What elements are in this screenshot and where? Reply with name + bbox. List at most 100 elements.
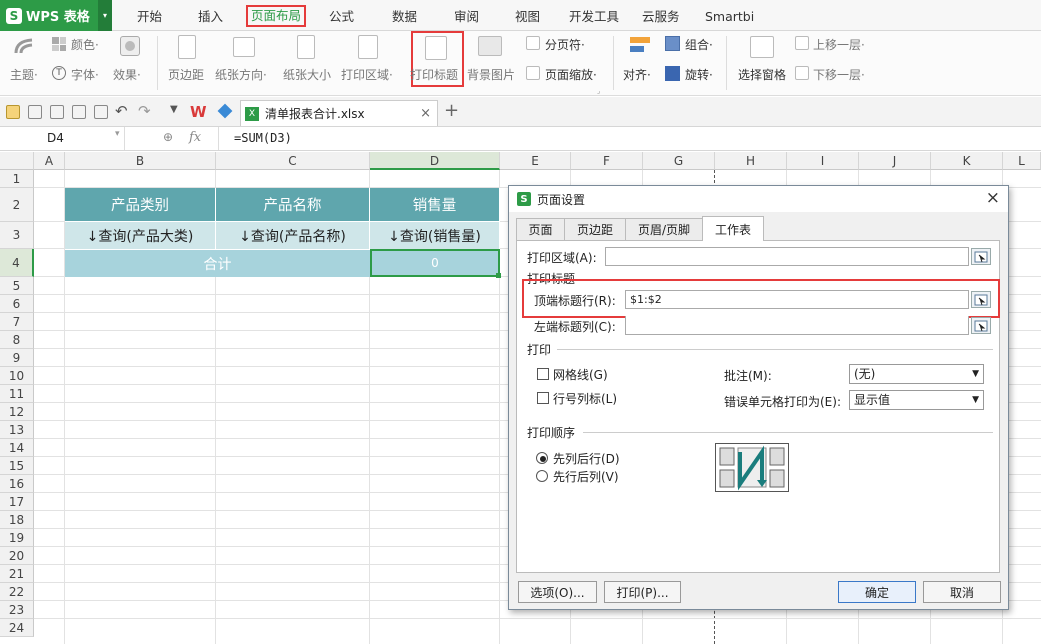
top-rows-field[interactable]: $1:$2 — [625, 290, 969, 309]
row-header[interactable]: 16 — [0, 475, 34, 493]
row-header[interactable]: 12 — [0, 403, 34, 421]
total-label-cell[interactable]: 合计 — [65, 249, 370, 277]
dialog-launcher-icon[interactable]: ⌟ — [597, 87, 600, 95]
theme-icon[interactable] — [14, 37, 38, 55]
menu-page-layout[interactable]: 页面布局 — [246, 5, 306, 27]
row-header[interactable]: 6 — [0, 295, 34, 313]
table-header-product[interactable]: 产品名称 — [216, 188, 370, 221]
over-then-down-radio[interactable] — [536, 470, 548, 482]
ok-button[interactable]: 确定 — [838, 581, 916, 603]
query-sales-cell[interactable]: ↓查询(销售量) — [370, 221, 500, 249]
align-button[interactable]: 对齐· — [623, 66, 651, 83]
range-select-icon[interactable] — [971, 248, 991, 265]
total-value-cell-selected[interactable]: 0 — [370, 249, 500, 277]
formula-input[interactable]: =SUM(D3) — [234, 131, 292, 145]
selection-pane-icon[interactable] — [750, 36, 774, 58]
print-button[interactable]: 打印(P)... — [604, 581, 681, 603]
name-box[interactable]: D4 — [0, 127, 125, 150]
quick-access-dropdown-icon[interactable]: ▼ — [170, 104, 178, 115]
left-cols-field[interactable] — [625, 316, 969, 335]
menu-home[interactable]: 开始 — [134, 6, 165, 28]
tab-header-footer[interactable]: 页眉/页脚 — [625, 218, 703, 240]
column-header-d[interactable]: D — [370, 152, 500, 170]
row-header[interactable]: 1 — [0, 170, 34, 188]
menu-review[interactable]: 审阅 — [451, 6, 482, 28]
row-header[interactable]: 18 — [0, 511, 34, 529]
chevron-down-icon[interactable]: ▾ — [115, 129, 120, 139]
column-header-h[interactable]: H — [715, 152, 787, 170]
column-header-k[interactable]: K — [931, 152, 1003, 170]
close-tab-icon[interactable]: × — [420, 106, 431, 121]
print-area-button[interactable]: 打印区域· — [341, 66, 393, 83]
print-preview-icon[interactable] — [50, 105, 64, 119]
row-header[interactable]: 22 — [0, 583, 34, 601]
send-backward-button[interactable]: 下移一层· — [813, 66, 865, 83]
menu-view[interactable]: 视图 — [512, 6, 543, 28]
print-area-field[interactable] — [605, 247, 969, 266]
dialog-titlebar[interactable]: S 页面设置 × — [509, 186, 1008, 212]
column-header-c[interactable]: C — [216, 152, 370, 170]
rotate-button[interactable]: 旋转· — [685, 66, 713, 83]
align-icon[interactable] — [630, 37, 650, 55]
row-header[interactable]: 24 — [0, 619, 34, 637]
query-product-cell[interactable]: ↓查询(产品名称) — [216, 221, 370, 249]
tab-page[interactable]: 页面 — [516, 218, 565, 240]
menu-cloud[interactable]: 云服务 — [639, 6, 683, 28]
page-size-icon[interactable] — [297, 35, 315, 59]
row-header[interactable]: 4 — [0, 249, 34, 277]
cancel-button[interactable]: 取消 — [923, 581, 1001, 603]
new-tab-button[interactable]: + — [444, 100, 459, 121]
menu-formulas[interactable]: 公式 — [326, 6, 357, 28]
row-header[interactable]: 19 — [0, 529, 34, 547]
page-size-button[interactable]: 纸张大小 — [283, 66, 331, 83]
tab-sheet[interactable]: 工作表 — [702, 216, 764, 241]
page-scale-button[interactable]: 页面缩放· — [545, 66, 597, 83]
row-header[interactable]: 7 — [0, 313, 34, 331]
document-tab[interactable]: X 清单报表合计.xlsx × — [240, 100, 438, 126]
print-icon[interactable] — [72, 105, 86, 119]
comments-select[interactable]: (无) ▼ — [849, 364, 984, 384]
redo-icon[interactable]: ↷ — [138, 102, 151, 120]
row-header[interactable]: 5 — [0, 277, 34, 295]
margin-button[interactable]: 页边距 — [168, 66, 204, 83]
row-col-headers-checkbox[interactable] — [537, 392, 549, 404]
menu-data[interactable]: 数据 — [389, 6, 420, 28]
row-header[interactable]: 9 — [0, 349, 34, 367]
column-header-l[interactable]: L — [1003, 152, 1041, 170]
table-header-sales[interactable]: 销售量 — [370, 188, 500, 221]
column-header-e[interactable]: E — [500, 152, 571, 170]
range-select-icon[interactable] — [971, 317, 991, 334]
fill-handle[interactable] — [496, 273, 501, 278]
tab-margins[interactable]: 页边距 — [564, 218, 626, 240]
column-header-j[interactable]: J — [859, 152, 931, 170]
undo-icon[interactable]: ↶ — [115, 102, 128, 120]
row-header[interactable]: 20 — [0, 547, 34, 565]
options-button[interactable]: 选项(O)... — [518, 581, 597, 603]
row-header[interactable]: 10 — [0, 367, 34, 385]
background-image-button[interactable]: 背景图片 — [467, 66, 515, 83]
menu-insert[interactable]: 插入 — [195, 6, 226, 28]
row-header[interactable]: 15 — [0, 457, 34, 475]
print-area-icon[interactable] — [358, 35, 378, 59]
zoom-icon[interactable]: ⊕ — [163, 130, 173, 144]
group-button[interactable]: 组合· — [685, 36, 713, 53]
select-all-corner[interactable] — [0, 152, 34, 170]
effect-button[interactable]: 效果· — [113, 66, 141, 83]
print-titles-icon[interactable] — [425, 36, 447, 60]
wps-app-menu[interactable]: S WPS 表格 ▾ — [0, 0, 112, 31]
row-header[interactable]: 11 — [0, 385, 34, 403]
chevron-down-icon[interactable]: ▾ — [98, 0, 112, 31]
column-header-f[interactable]: F — [571, 152, 643, 170]
table-header-category[interactable]: 产品类别 — [65, 188, 216, 221]
column-header-a[interactable]: A — [34, 152, 65, 170]
column-header-g[interactable]: G — [643, 152, 715, 170]
open-icon[interactable] — [6, 105, 20, 119]
column-header-b[interactable]: B — [65, 152, 216, 170]
print-titles-button[interactable]: 打印标题 — [410, 66, 458, 83]
font-button[interactable]: 字体· — [71, 66, 99, 83]
range-select-icon[interactable] — [971, 291, 991, 308]
down-then-over-radio[interactable] — [536, 452, 548, 464]
row-header[interactable]: 23 — [0, 601, 34, 619]
row-header[interactable]: 21 — [0, 565, 34, 583]
row-header[interactable]: 2 — [0, 188, 34, 222]
